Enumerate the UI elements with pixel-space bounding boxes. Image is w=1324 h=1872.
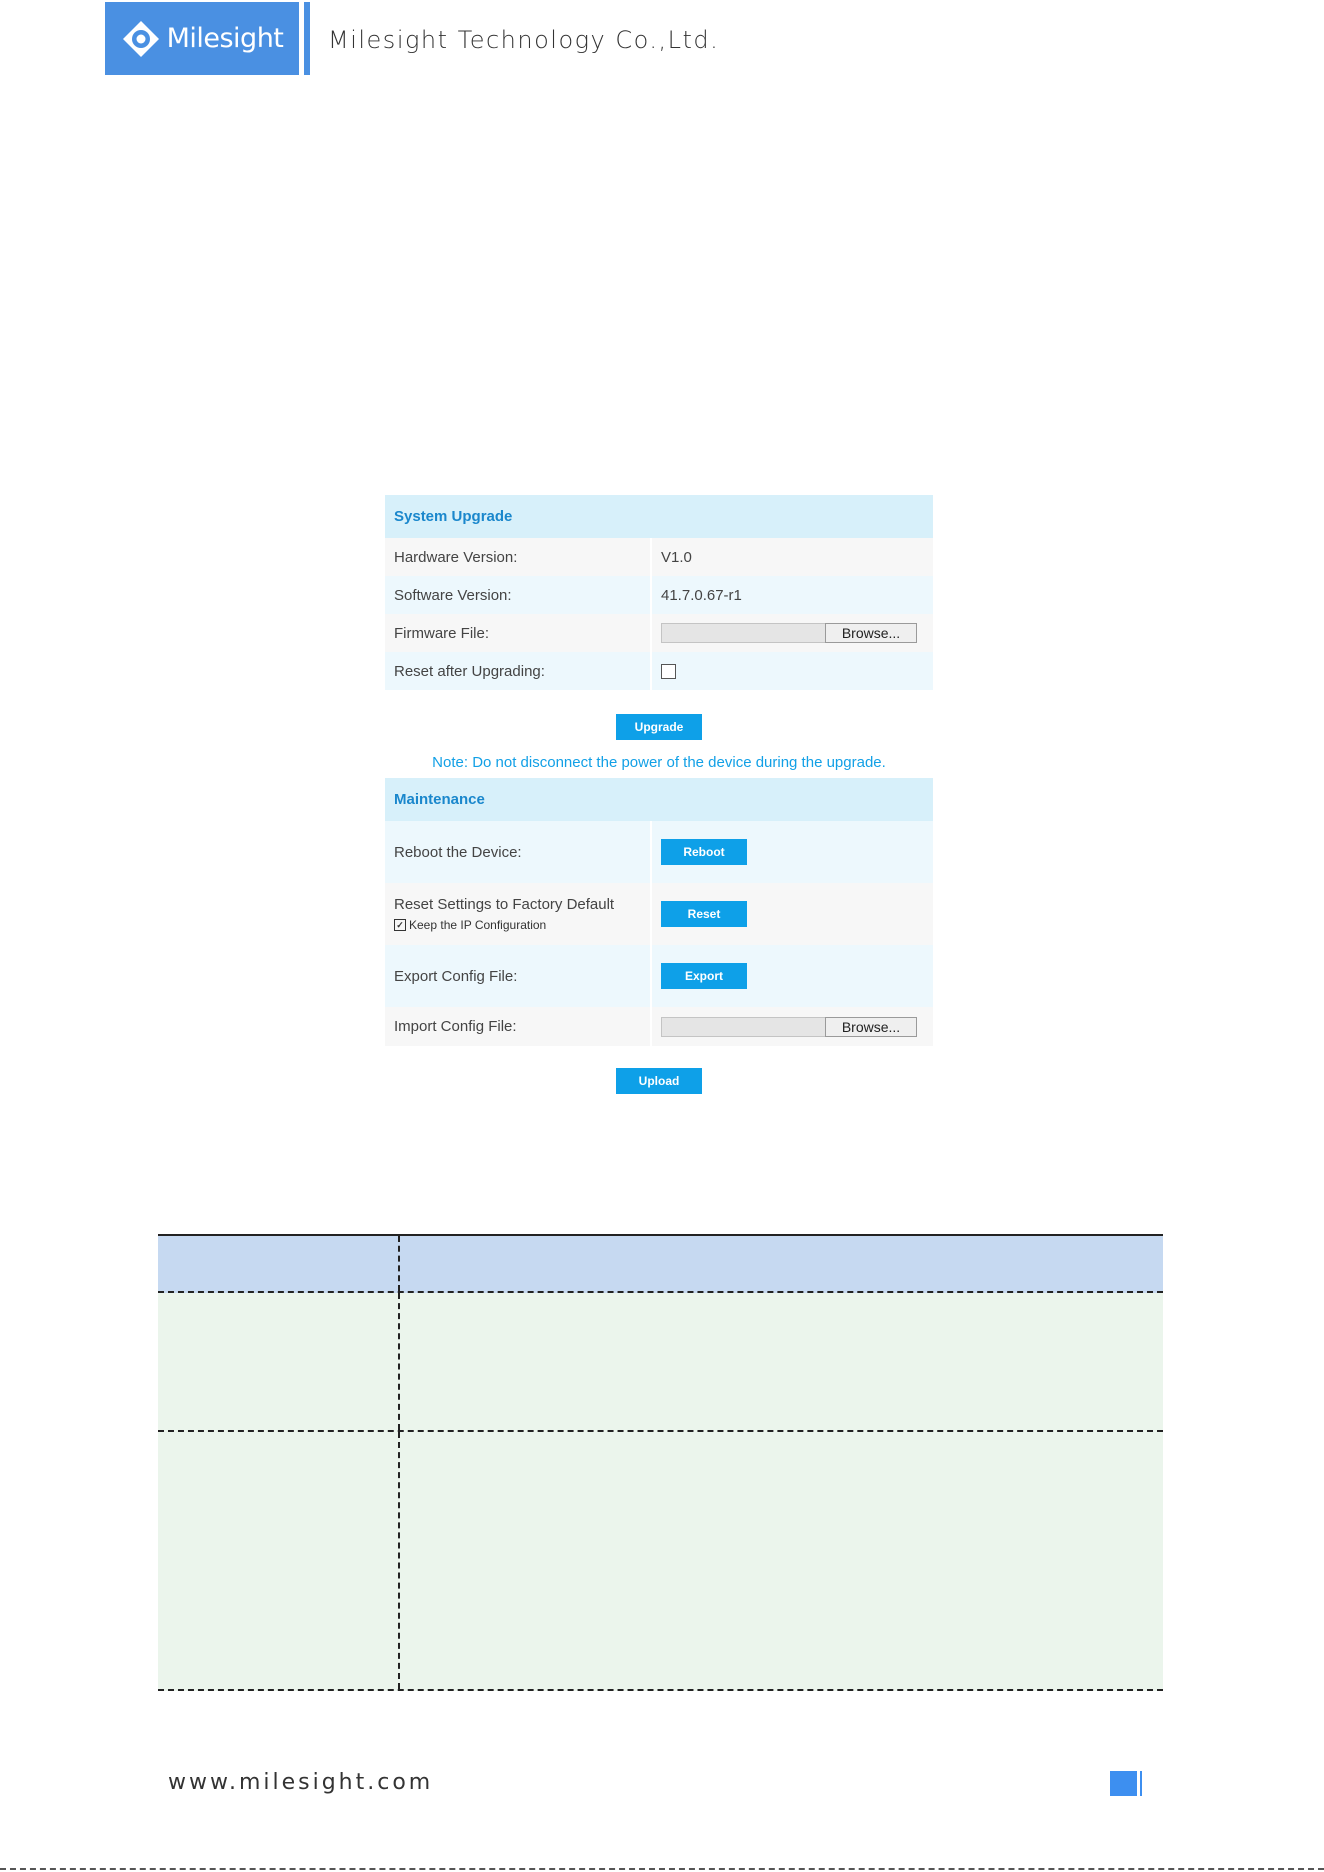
parameter-table	[158, 1234, 1163, 1691]
milesight-logo-icon	[122, 20, 159, 57]
upload-button[interactable]: Upload	[616, 1068, 702, 1094]
maintenance-heading: Maintenance	[385, 778, 933, 821]
upgrade-button[interactable]: Upgrade	[616, 714, 702, 740]
hardware-version-value: V1.0	[650, 538, 933, 576]
table-cell	[158, 1432, 398, 1689]
hardware-version-label: Hardware Version:	[394, 548, 518, 566]
table-header-cell	[158, 1236, 398, 1291]
table-header-row	[158, 1234, 1163, 1293]
table-cell	[398, 1432, 1163, 1689]
milesight-logo: Milesight	[105, 2, 299, 75]
firmware-file-row: Firmware File: Browse...	[385, 614, 933, 652]
export-config-label: Export Config File:	[394, 967, 518, 985]
software-version-row: Software Version: 41.7.0.67-r1	[385, 576, 933, 614]
page-marker-bar	[1140, 1771, 1142, 1796]
keep-ip-label: Keep the IP Configuration	[409, 918, 547, 932]
upgrade-note: Note: Do not disconnect the power of the…	[432, 754, 886, 771]
firmware-file-input[interactable]: Browse...	[661, 623, 917, 643]
table-header-cell	[398, 1236, 1163, 1291]
company-name: Milesight Technology Co.,Ltd.	[328, 26, 720, 54]
import-config-label: Import Config File:	[394, 1018, 517, 1035]
reset-after-upgrading-row: Reset after Upgrading:	[385, 652, 933, 690]
import-file-input[interactable]: Browse...	[661, 1016, 917, 1037]
software-version-label: Software Version:	[394, 586, 512, 604]
import-browse-button[interactable]: Browse...	[825, 1016, 917, 1037]
table-row	[158, 1432, 1163, 1691]
firmware-file-path[interactable]	[661, 623, 825, 643]
reboot-row: Reboot the Device: Reboot	[385, 821, 933, 883]
header-divider	[304, 2, 310, 75]
table-row	[158, 1293, 1163, 1432]
firmware-browse-button[interactable]: Browse...	[825, 623, 917, 643]
software-version-value: 41.7.0.67-r1	[650, 576, 933, 614]
page-number-marker	[1110, 1771, 1137, 1796]
system-upgrade-heading: System Upgrade	[385, 495, 933, 538]
logo-text: Milesight	[166, 23, 284, 54]
table-cell	[158, 1293, 398, 1430]
factory-reset-row: Reset Settings to Factory Default ✓ Keep…	[385, 883, 933, 945]
reboot-label: Reboot the Device:	[394, 843, 522, 861]
footer-url: www.milesight.com	[168, 1770, 434, 1795]
reboot-button[interactable]: Reboot	[661, 839, 747, 865]
reset-after-upgrading-label: Reset after Upgrading:	[394, 662, 545, 680]
page-bottom-rule	[0, 1868, 1324, 1870]
keep-ip-checkbox[interactable]: ✓	[394, 919, 406, 931]
export-config-row: Export Config File: Export	[385, 945, 933, 1007]
firmware-file-label: Firmware File:	[394, 624, 490, 642]
import-config-row: Import Config File: Browse...	[385, 1007, 933, 1046]
reset-after-upgrading-checkbox[interactable]	[661, 663, 676, 679]
table-cell	[398, 1293, 1163, 1430]
upgrade-maintenance-panel: System Upgrade Hardware Version: V1.0 So…	[385, 495, 933, 1094]
hardware-version-row: Hardware Version: V1.0	[385, 538, 933, 576]
export-button[interactable]: Export	[661, 963, 747, 989]
factory-reset-label: Reset Settings to Factory Default	[394, 896, 615, 913]
reset-button[interactable]: Reset	[661, 901, 747, 927]
import-file-path[interactable]	[661, 1016, 825, 1037]
